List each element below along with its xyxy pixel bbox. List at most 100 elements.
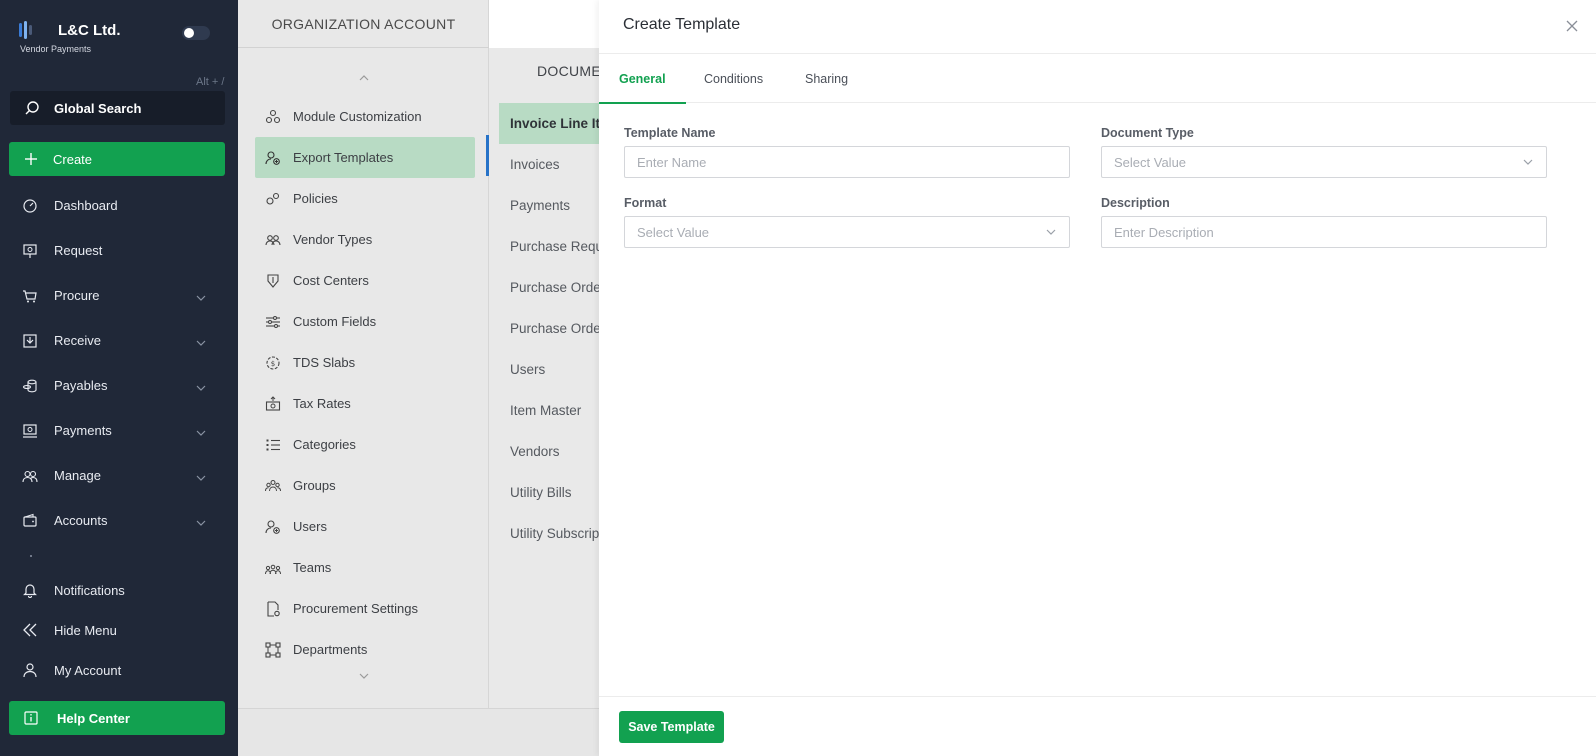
receive-icon (22, 333, 38, 349)
wallet-icon (22, 513, 38, 529)
document-item[interactable]: Vendors (499, 431, 609, 472)
tax-icon (265, 395, 281, 412)
plus-icon (23, 151, 39, 167)
sidebar-item-label: Dashboard (54, 198, 118, 213)
document-item[interactable]: Item Master (499, 390, 609, 431)
payments-icon (22, 423, 38, 439)
save-template-button[interactable]: Save Template (619, 711, 724, 743)
settings-item-teams[interactable]: Teams (255, 547, 475, 588)
chevron-down-icon (196, 515, 206, 533)
chevron-up-icon[interactable] (358, 70, 370, 88)
help-center-button[interactable]: Help Center (9, 701, 225, 735)
template-name-input[interactable] (637, 147, 1069, 177)
settings-item-module-customization[interactable]: Module Customization (255, 96, 475, 137)
format-label: Format (624, 196, 667, 210)
settings-item-label: Module Customization (293, 109, 422, 124)
document-item[interactable]: Utility Subscrip (499, 513, 609, 554)
settings-item-tax-rates[interactable]: Tax Rates (255, 383, 475, 424)
sidebar-item-hide-menu[interactable]: Hide Menu (0, 610, 238, 650)
sidebar-item-label: Request (54, 243, 103, 258)
sidebar-item-accounts[interactable]: Accounts (0, 498, 238, 543)
settings-item-label: Cost Centers (293, 273, 369, 288)
settings-item-label: Procurement Settings (293, 601, 419, 616)
toggle-knob (184, 28, 194, 38)
document-type-select[interactable]: Select Value (1101, 146, 1547, 178)
documents-list: Invoice Line Ite Invoices Payments Purch… (499, 103, 609, 554)
create-button[interactable]: Create (9, 142, 225, 176)
double-chevron-left-icon (22, 622, 38, 638)
settings-item-users[interactable]: Users (255, 506, 475, 547)
doc-gear-icon (265, 600, 281, 617)
chevron-down-icon[interactable] (358, 668, 370, 686)
settings-item-vendor-types[interactable]: Vendor Types (255, 219, 475, 260)
document-item[interactable]: Purchase Orde (499, 308, 609, 349)
settings-item-groups[interactable]: Groups (255, 465, 475, 506)
settings-item-categories[interactable]: Categories (255, 424, 475, 465)
document-item[interactable]: Utility Bills (499, 472, 609, 513)
create-label: Create (53, 151, 93, 167)
document-item[interactable]: Purchase Requ (499, 226, 609, 267)
tab-conditions[interactable]: Conditions (704, 54, 763, 103)
global-search-button[interactable]: Global Search (10, 91, 225, 125)
settings-item-label: TDS Slabs (293, 355, 356, 370)
settings-item-tds-slabs[interactable]: $ TDS Slabs (255, 342, 475, 383)
settings-item-label: Categories (293, 437, 356, 452)
sidebar-item-label: My Account (54, 662, 122, 678)
settings-item-export-templates[interactable]: Export Templates (255, 137, 475, 178)
documents-active-indicator (486, 135, 489, 176)
cart-icon (22, 288, 38, 304)
document-item[interactable]: Users (499, 349, 609, 390)
theme-toggle[interactable] (182, 26, 210, 40)
tds-icon: $ (265, 355, 281, 371)
settings-item-departments[interactable]: Departments (255, 629, 475, 670)
document-item[interactable]: Purchase Orde (499, 267, 609, 308)
chevron-down-icon (196, 425, 206, 443)
settings-header: ORGANIZATION ACCOUNT (238, 0, 489, 48)
user-icon (22, 662, 38, 678)
sidebar-item-label: Receive (54, 333, 101, 348)
settings-item-procurement-settings[interactable]: Procurement Settings (255, 588, 475, 629)
sidebar-item-procure[interactable]: Procure (0, 273, 238, 318)
document-item[interactable]: Invoice Line Ite (499, 103, 609, 144)
cost-center-icon (265, 273, 281, 289)
sidebar-item-label: Payables (54, 378, 108, 393)
background-footer (238, 708, 599, 756)
tab-sharing[interactable]: Sharing (805, 54, 848, 103)
users-icon (22, 468, 38, 484)
sidebar-nav: Dashboard Request Procure Receive Payabl… (0, 183, 238, 543)
create-template-drawer: Create Template General Conditions Shari… (599, 0, 1596, 756)
help-center-label: Help Center (57, 710, 130, 726)
template-name-field[interactable] (624, 146, 1070, 178)
settings-item-label: Export Templates (293, 150, 394, 165)
close-icon[interactable] (1564, 18, 1580, 34)
settings-item-policies[interactable]: Policies (255, 178, 475, 219)
sidebar-item-dashboard[interactable]: Dashboard (0, 183, 238, 228)
chevron-down-icon (196, 470, 206, 488)
settings-item-custom-fields[interactable]: Custom Fields (255, 301, 475, 342)
document-item[interactable]: Payments (499, 185, 609, 226)
user-settings-icon (265, 519, 281, 535)
sidebar-item-label: Procure (54, 288, 100, 303)
sidebar-item-my-account[interactable]: My Account (0, 650, 238, 690)
modal-title: Create Template (623, 16, 741, 33)
document-item[interactable]: Invoices (499, 144, 609, 185)
format-select[interactable]: Select Value (624, 216, 1070, 248)
sidebar-item-notifications[interactable]: Notifications (0, 570, 238, 610)
sidebar-item-payments[interactable]: Payments (0, 408, 238, 453)
settings-item-label: Vendor Types (293, 232, 373, 247)
settings-item-cost-centers[interactable]: Cost Centers (255, 260, 475, 301)
bell-icon (22, 582, 38, 598)
dashboard-icon (22, 198, 38, 214)
tab-general[interactable]: General (599, 54, 685, 104)
brand-logo-icon (18, 20, 34, 40)
description-input[interactable] (1114, 217, 1546, 247)
divider-dot (30, 555, 32, 557)
chevron-down-icon (1522, 156, 1534, 171)
modules-icon (265, 109, 281, 125)
description-field[interactable] (1101, 216, 1547, 248)
sidebar-item-manage[interactable]: Manage (0, 453, 238, 498)
sidebar-item-receive[interactable]: Receive (0, 318, 238, 363)
documents-header: DOCUME (537, 63, 602, 79)
sidebar-item-payables[interactable]: Payables (0, 363, 238, 408)
sidebar-item-request[interactable]: Request (0, 228, 238, 273)
